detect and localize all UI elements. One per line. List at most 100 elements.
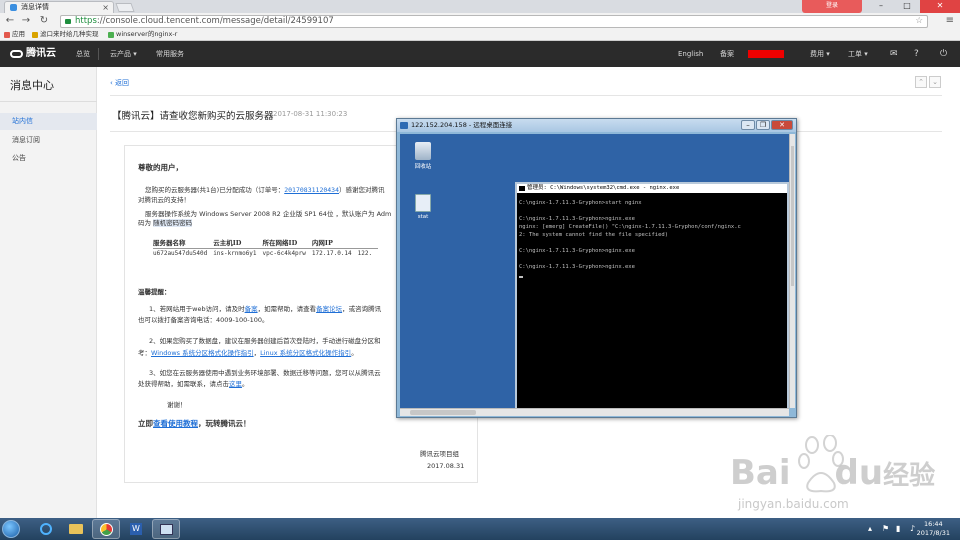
minimize-icon[interactable]: – [868, 0, 894, 13]
console-header: 腾讯云 总览 云产品 ▾ 常用服务 English 备案 费用 ▾ 工单 ▾ ✉… [0, 41, 960, 67]
cmd-line: C:\nginx-1.7.11.3-Gryphon>start nginx [519, 200, 642, 206]
browser-menu-icon[interactable]: ≡ [946, 15, 954, 26]
recycle-bin-shortcut[interactable]: 回收站 [408, 142, 438, 170]
tab-close-icon[interactable]: × [102, 2, 109, 13]
reload-icon[interactable]: ↻ [38, 15, 50, 27]
tencent-cloud-logo[interactable]: 腾讯云 [10, 41, 56, 67]
nav-common-services[interactable]: 常用服务 [156, 41, 184, 67]
tray-volume-icon[interactable]: ♪ [910, 524, 915, 533]
nav-billing[interactable]: 费用 ▾ [810, 41, 830, 67]
tray-flag-icon[interactable]: ⚑ [882, 524, 889, 533]
bookmark-star-icon[interactable]: ☆ [915, 16, 923, 27]
tab-title: 消息详情 [21, 3, 49, 11]
profile-button[interactable]: 登录 [802, 0, 862, 13]
taskbar-clock[interactable]: 16:44 2017/8/31 [917, 520, 950, 538]
taskbar-chrome-icon[interactable] [92, 519, 120, 539]
taskbar-word-icon[interactable]: W [122, 519, 150, 539]
cmd-titlebar[interactable]: 管理员: C:\Windows\system32\cmd.exe - nginx… [517, 184, 787, 193]
sidebar-item-subscriptions[interactable]: 消息订阅 [0, 132, 97, 149]
filing-forum-link[interactable]: 备案论坛 [316, 305, 342, 313]
watermark-brand: Bai du经验 [730, 453, 936, 493]
tip-2-cont: 考：Windows 系统分区格式化操作指引，Linux 系统分区格式化操作指引。 [138, 349, 358, 357]
tutorial-link[interactable]: 查看使用教程 [153, 419, 198, 428]
url-path: ://console.cloud.tencent.com/message/det… [96, 16, 334, 26]
table-cell: 122. [357, 250, 373, 257]
table-header: 所在网络ID [262, 239, 298, 247]
tip-3: 3、如您在云服务器使用中遇到业务环境部署、数据迁移等问题，您可以从腾讯云 [149, 369, 381, 377]
minimize-icon[interactable]: – [741, 120, 755, 130]
contact-link[interactable]: 这里 [229, 380, 242, 388]
table-cell: 172.17.0.14 [311, 250, 352, 257]
new-tab-button[interactable] [115, 3, 135, 12]
browser-tabstrip: 消息详情 × 登录 – □ ✕ [0, 0, 960, 13]
vertical-scrollbar[interactable] [789, 134, 795, 408]
forward-arrow-icon[interactable]: → [20, 15, 32, 27]
windows-guide-link[interactable]: Windows 系统分区格式化操作指引 [151, 349, 254, 357]
nav-filing[interactable]: 备案 [720, 41, 734, 67]
help-icon[interactable]: ? [914, 41, 919, 67]
mail-icon[interactable]: ✉ [890, 41, 898, 67]
redacted-username[interactable] [748, 50, 784, 58]
rdp-titlebar[interactable]: 122.152.204.158 - 远程桌面连接 – ❐ ✕ [397, 119, 796, 132]
sidebar-item-inbox[interactable]: 站内信 [0, 113, 97, 130]
table-row: u672au547du540d ins-krnmo6y1 vpc-6c4k4pr… [153, 249, 378, 257]
browser-tab[interactable]: 消息详情 × [4, 1, 114, 13]
order-number-link[interactable]: 20170831120434 [284, 186, 339, 194]
nav-products[interactable]: 云产品 ▾ [110, 41, 137, 67]
start-button-icon[interactable] [2, 520, 20, 538]
signature-date: 2017.08.31 [427, 462, 465, 470]
back-link[interactable]: ‹ 返回 [110, 78, 129, 88]
remote-desktop-window[interactable]: 122.152.204.158 - 远程桌面连接 – ❐ ✕ 回收站 stat … [396, 118, 797, 418]
message-title: 【腾讯云】请查收您新购买的云服务器 [112, 111, 274, 122]
divider [98, 48, 99, 60]
bookmark-item[interactable]: winserver的nginx-r [106, 29, 177, 40]
filing-link[interactable]: 备案 [245, 305, 258, 313]
nav-english[interactable]: English [678, 41, 703, 67]
tip-1-cont: 也可以拨打备案咨询电话：4009-100-100。 [138, 316, 269, 324]
tray-network-icon[interactable]: ▮ [896, 524, 900, 533]
close-icon[interactable]: ✕ [771, 120, 793, 130]
restore-icon[interactable]: ❐ [756, 120, 770, 130]
taskbar-explorer-icon[interactable] [62, 519, 90, 539]
power-icon[interactable]: ⏻ [940, 41, 947, 67]
table-header: 云主机ID [213, 239, 242, 247]
nav-tickets[interactable]: 工单 ▾ [848, 41, 868, 67]
next-message-button[interactable]: ⌄ [929, 76, 941, 88]
rdp-glyph [159, 524, 173, 535]
nav-overview[interactable]: 总览 [76, 41, 90, 67]
table-cell: u672au547du540d [153, 250, 208, 257]
maximize-icon[interactable]: □ [894, 0, 920, 13]
previous-message-button[interactable]: ⌃ [915, 76, 927, 88]
recycle-bin-icon [415, 142, 431, 160]
scroll-thumb[interactable] [410, 410, 476, 415]
remote-desktop: 回收站 stat 管理员: C:\Windows\system32\cmd.ex… [400, 134, 789, 408]
cmd-line: C:\nginx-1.7.11.3-Gryphon>nginx.exe [519, 216, 635, 222]
divider [110, 95, 942, 96]
cmd-line: C:\nginx-1.7.11.3-Gryphon>nginx.exe [519, 248, 635, 254]
linux-guide-link[interactable]: Linux 系统分区格式化操作指引 [260, 349, 351, 357]
close-window-icon[interactable]: ✕ [920, 0, 960, 13]
paragraph: 对腾讯云的支持！ [138, 196, 190, 204]
sidebar-item-announcements[interactable]: 公告 [0, 150, 97, 167]
page-icon [108, 32, 114, 38]
horizontal-scrollbar[interactable] [400, 408, 789, 416]
word-glyph: W [130, 523, 142, 535]
thanks: 谢谢！ [167, 401, 187, 409]
stat-shortcut[interactable]: stat [408, 194, 438, 220]
table-header: 服务器名称 [153, 239, 186, 247]
bookmarks-bar: 应用 滤口来时给几种实现 winserver的nginx-r [0, 29, 960, 41]
baidu-jingyan-watermark: Bai du经验 jingyan.baidu.com [730, 434, 950, 517]
taskbar-rdp-icon[interactable] [152, 519, 180, 539]
scroll-thumb[interactable] [791, 146, 794, 286]
tray-up-arrow-icon[interactable]: ▴ [868, 524, 872, 533]
cmd-cursor [519, 276, 523, 278]
bookmark-apps[interactable]: 应用 [2, 29, 25, 40]
back-arrow-icon[interactable]: ← [4, 15, 16, 27]
cmd-window[interactable]: 管理员: C:\Windows\system32\cmd.exe - nginx… [515, 182, 789, 408]
bookmark-item[interactable]: 滤口来时给几种实现 [30, 29, 99, 40]
browser-toolbar: ← → ↻ https://console.cloud.tencent.com/… [0, 13, 960, 29]
taskbar-ie-icon[interactable] [32, 519, 60, 539]
tip-3-cont: 处获得帮助，如需联系，请点击这里。 [138, 380, 249, 388]
address-bar[interactable]: https://console.cloud.tencent.com/messag… [60, 15, 928, 28]
folder-icon [32, 32, 38, 38]
